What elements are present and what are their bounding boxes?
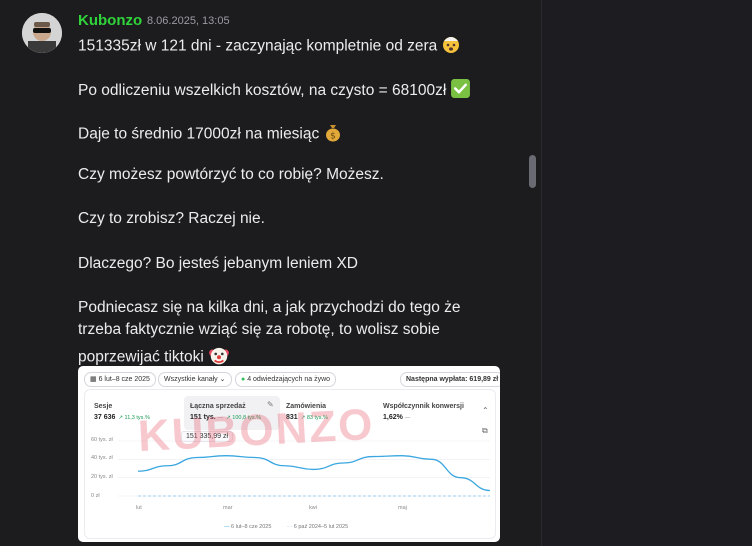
check-mark-emoji-icon: [450, 78, 471, 104]
avatar[interactable]: [22, 13, 62, 53]
legend-previous: - - 6 paź 2024–5 lut 2025: [287, 524, 349, 530]
timestamp: 8.06.2025, 13:05: [147, 15, 230, 27]
message-line-5: Czy to zrobisz? Raczej nie.: [78, 210, 265, 227]
embedded-screenshot[interactable]: ▦ 6 lut–8 cze 2025 Wszystkie kanały ⌄ ● …: [78, 366, 500, 542]
exploding-head-emoji-icon: [441, 34, 461, 59]
legend-dash-icon: - -: [287, 524, 293, 530]
message-line-1: 151335zł w 121 dni - zaczynając kompletn…: [78, 34, 461, 59]
message-line-8: trzeba faktycznie wziąć się za robotę, t…: [78, 321, 440, 338]
series-line-current: [137, 455, 491, 492]
author-name[interactable]: Kubonzo: [78, 12, 142, 29]
message-line-7: Podniecasz się na kilka dni, a jak przyc…: [78, 299, 461, 316]
legend-current: — 6 lut–8 cze 2025: [224, 524, 272, 530]
x-tick-label: kwi: [309, 505, 317, 511]
x-tick-label: lut: [136, 505, 142, 511]
svg-text:$: $: [330, 132, 336, 142]
legend-line-icon: —: [224, 524, 230, 530]
money-bag-emoji-icon: $: [323, 122, 343, 147]
x-tick-label: mar: [223, 505, 233, 511]
message-line-4: Czy możesz powtórzyć to co robię? Możesz…: [78, 166, 384, 183]
message-line-3: Daje to średnio 17000zł na miesiąc $: [78, 122, 343, 147]
x-tick-label: maj: [398, 505, 407, 511]
members-pane: [542, 0, 752, 546]
scrollbar-thumb[interactable]: [529, 155, 536, 188]
message-line-2: Po odliczeniu wszelkich kosztów, na czys…: [78, 78, 471, 104]
message-line-6: Dlaczego? Bo jesteś jebanym leniem XD: [78, 255, 358, 272]
